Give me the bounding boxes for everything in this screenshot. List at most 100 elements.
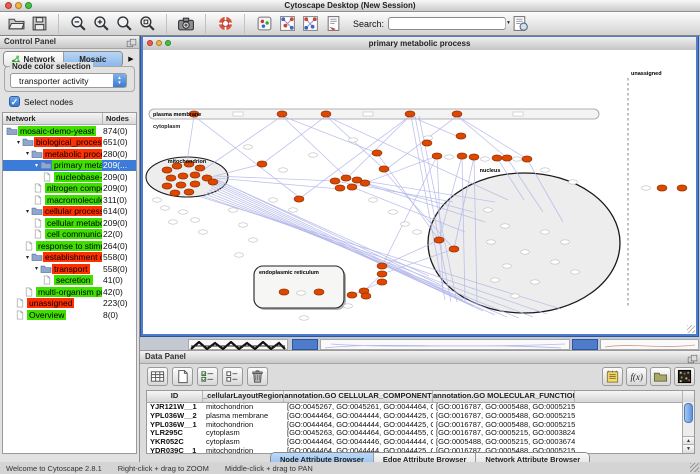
search-field[interactable]: ▼ — [388, 17, 506, 30]
tree-row-mosaic-demo-yeast[interactable]: mosaic-demo-yeast874(0) — [3, 125, 136, 137]
expander-icon[interactable]: ▾ — [24, 254, 31, 261]
network-node[interactable] — [422, 140, 432, 146]
network-node[interactable] — [432, 153, 442, 159]
column-header[interactable] — [575, 391, 683, 402]
zoom-selected-button[interactable] — [137, 14, 157, 34]
vizmapper-button[interactable] — [254, 14, 274, 34]
expander-icon[interactable]: ▾ — [24, 208, 31, 215]
network-node[interactable] — [372, 150, 382, 156]
snapshot-button[interactable] — [176, 14, 196, 34]
save-session-button[interactable] — [29, 14, 49, 34]
table-cell[interactable]: [GO:0016787, GO:0005488, GO:0005215, G..… — [433, 402, 575, 411]
tab-overflow-button[interactable]: ▶ — [125, 53, 137, 66]
expander-icon[interactable]: ▾ — [24, 150, 31, 157]
unselect-attributes-button[interactable] — [222, 367, 243, 386]
tree-row-overview[interactable]: Overview8(0) — [3, 309, 136, 321]
annotation-button[interactable] — [323, 14, 343, 34]
table-cell[interactable]: [GO:0044464, GO:0044444, GO:0044425, G..… — [284, 420, 433, 429]
network-node[interactable] — [449, 246, 459, 252]
network-node[interactable] — [347, 184, 357, 190]
table-cell[interactable]: YPL036W__1 — [147, 420, 203, 429]
float-data-panel-button[interactable] — [686, 352, 698, 363]
network-node[interactable] — [361, 293, 371, 299]
table-cell[interactable]: [GO:0044464, GO:0044446, GO:0044444, G..… — [284, 437, 433, 446]
network-node[interactable] — [190, 181, 200, 187]
table-cell[interactable]: mitochondrion — [203, 420, 284, 429]
network-node[interactable] — [314, 289, 324, 295]
function-builder-button[interactable]: f(x) — [626, 367, 647, 386]
network-node[interactable] — [279, 289, 289, 295]
table-row[interactable]: YPL036W__2plasma membrane[GO:0044464, GO… — [147, 411, 683, 420]
app-titlebar[interactable]: Cytoscape Desktop (New Session) — [0, 0, 700, 12]
table-scrollbar[interactable]: ▲ ▼ — [682, 402, 694, 453]
network-node[interactable] — [405, 111, 415, 117]
tree-row-nitrogen-compo[interactable]: nitrogen compo209(0) — [3, 183, 136, 195]
float-panel-button[interactable] — [125, 36, 137, 47]
select-attributes-button[interactable] — [197, 367, 218, 386]
table-cell[interactable]: YLR295C — [147, 428, 203, 437]
network-node[interactable] — [195, 165, 205, 171]
network-node[interactable] — [184, 189, 194, 195]
table-cell[interactable]: YKR052C — [147, 437, 203, 446]
network-node[interactable] — [335, 185, 345, 191]
zoom-in-button[interactable] — [91, 14, 111, 34]
table-row[interactable]: YPL036W__1mitochondrion[GO:0044464, GO:0… — [147, 420, 683, 429]
attribute-notes-button[interactable] — [602, 367, 623, 386]
scrollbar-thumb[interactable] — [684, 403, 693, 423]
tree-row-secretion[interactable]: secretion41(0) — [3, 275, 136, 287]
column-header[interactable]: annotation.GO MOLECULAR_FUNCTION — [433, 391, 575, 402]
net-zoom-button[interactable] — [165, 40, 171, 46]
network-node[interactable] — [434, 237, 444, 243]
column-header[interactable]: ID — [147, 391, 203, 402]
network-node[interactable] — [377, 263, 387, 269]
tree-row-transport[interactable]: ▾transport558(0) — [3, 263, 136, 275]
search-options-button[interactable] — [510, 14, 530, 34]
expander-icon[interactable]: ▾ — [33, 162, 40, 169]
tree-row-metabolic-process[interactable]: ▾metabolic process280(0) — [3, 148, 136, 160]
create-attribute-button[interactable] — [172, 367, 193, 386]
network-node[interactable] — [347, 292, 357, 298]
import-attributes-button[interactable] — [650, 367, 671, 386]
search-input[interactable] — [389, 19, 505, 29]
net-close-button[interactable] — [147, 40, 153, 46]
network-window-titlebar[interactable]: primary metabolic process — [143, 37, 696, 51]
background-window-fragment[interactable] — [320, 339, 570, 350]
network-node[interactable] — [502, 155, 512, 161]
tree-row-unassigned[interactable]: unassigned223(0) — [3, 298, 136, 310]
tree-row-nucleobase-[interactable]: nucleobase-209(0) — [3, 171, 136, 183]
network-node[interactable] — [170, 190, 180, 196]
table-row[interactable]: YKR052Ccytoplasm[GO:0044464, GO:0044446,… — [147, 437, 683, 446]
network-canvas[interactable]: plasma membranecytoplasmmitochondrionnuc… — [143, 50, 696, 334]
network-node[interactable] — [522, 156, 532, 162]
network-node[interactable] — [162, 167, 172, 173]
network-resize-grip[interactable] — [687, 325, 695, 333]
tree-row-cellular-metabo[interactable]: cellular metabo209(0) — [3, 217, 136, 229]
network-node[interactable] — [377, 271, 387, 277]
background-window-fragment[interactable] — [572, 339, 598, 350]
table-cell[interactable]: plasma membrane — [203, 411, 284, 420]
attribute-grid-button[interactable] — [147, 367, 168, 386]
network-node[interactable] — [321, 111, 331, 117]
tree-row-cellular-process[interactable]: ▾cellular process614(0) — [3, 206, 136, 218]
table-cell[interactable]: [GO:0016787, GO:0005488, GO:0005215, G..… — [433, 420, 575, 429]
tree-row-establishment-of-lo[interactable]: ▾establishment of lo558(0) — [3, 252, 136, 264]
tree-row-macromolecule[interactable]: macromolecule311(0) — [3, 194, 136, 206]
matrix-view-button[interactable] — [674, 367, 695, 386]
network-node[interactable] — [492, 155, 502, 161]
zoom-window-button[interactable] — [25, 2, 32, 9]
expander-icon[interactable]: ▾ — [33, 265, 40, 272]
background-window-fragment[interactable] — [292, 339, 318, 350]
zoom-fit-button[interactable] — [114, 14, 134, 34]
network-node[interactable] — [176, 182, 186, 188]
expander-icon[interactable]: ▾ — [15, 139, 22, 146]
tree-row-cell-communicat[interactable]: cell communicat22(0) — [3, 229, 136, 241]
apply-layout-button[interactable] — [277, 14, 297, 34]
table-cell[interactable]: YJR121W__1 — [147, 402, 203, 411]
column-header[interactable]: annotation.GO CELLULAR_COMPONENT — [284, 391, 433, 402]
network-node[interactable] — [257, 161, 267, 167]
table-cell[interactable]: YDR039C__1 — [147, 446, 203, 453]
table-cell[interactable]: [GO:0045267, GO:0045261, GO:0044464, G..… — [284, 402, 433, 411]
network-node[interactable] — [456, 133, 466, 139]
help-button[interactable] — [215, 14, 235, 34]
table-cell[interactable]: [GO:0016787, GO:0005215, GO:0003824, G..… — [433, 428, 575, 437]
